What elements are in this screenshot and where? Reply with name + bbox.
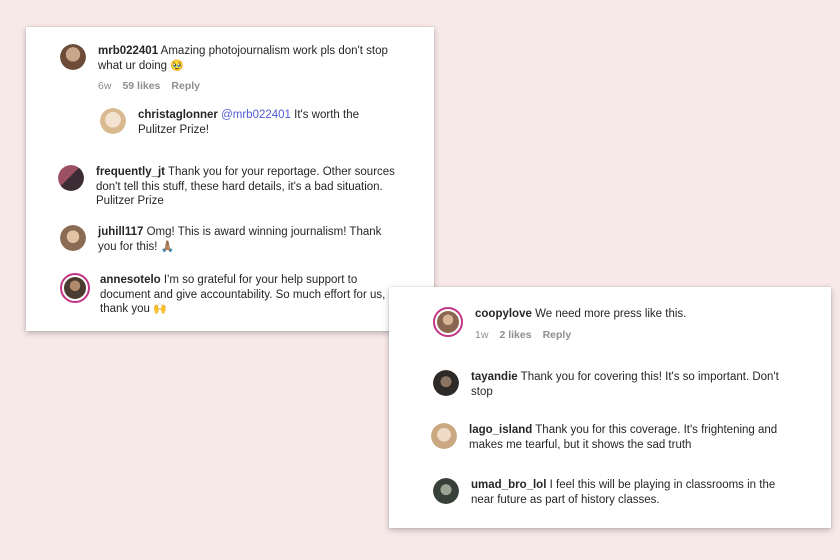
comment-item: tayandie Thank you for covering this! It… — [433, 370, 813, 402]
comments-card-right: coopylove We need more press like this. … — [389, 287, 831, 528]
comment-likes[interactable]: 2 likes — [499, 329, 531, 341]
comment-meta: 1w 2 likes Reply — [475, 329, 582, 341]
reply-button[interactable]: Reply — [171, 80, 200, 92]
avatar[interactable] — [100, 108, 126, 134]
avatar-photo — [58, 165, 84, 191]
comment-likes[interactable]: 59 likes — [122, 80, 160, 92]
comment-item: mrb022401 Amazing photojournalism work p… — [60, 44, 400, 116]
avatar[interactable] — [431, 423, 457, 449]
comment-username[interactable]: annesotelo — [100, 274, 161, 286]
comment-text: lago_island Thank you for this coverage.… — [469, 423, 799, 452]
comment-username[interactable]: umad_bro_lol — [471, 479, 546, 491]
comment-item: coopylove We need more press like this. … — [433, 307, 773, 367]
avatar-photo — [60, 44, 86, 70]
comment-time[interactable]: 1w — [475, 329, 488, 341]
comment-text: mrb022401 Amazing photojournalism work p… — [98, 44, 398, 73]
comment-item: frequently_jt Thank you for your reporta… — [58, 165, 408, 211]
avatar-photo — [64, 277, 86, 299]
comment-text: coopylove We need more press like this. — [475, 307, 765, 322]
comment-username[interactable]: lago_island — [469, 424, 532, 436]
avatar[interactable] — [433, 478, 459, 504]
comment-text: annesotelo I'm so grateful for your help… — [100, 273, 390, 317]
comment-meta: 6w 59 likes Reply — [98, 80, 211, 92]
avatar-photo — [433, 478, 459, 504]
avatar-photo — [431, 423, 457, 449]
comment-item: lago_island Thank you for this coverage.… — [431, 423, 811, 455]
avatar[interactable] — [433, 370, 459, 396]
avatar[interactable] — [60, 44, 86, 70]
comment-body: Thank you for covering this! It's so imp… — [471, 371, 779, 398]
comment-item: annesotelo I'm so grateful for your help… — [60, 273, 410, 319]
comment-item: umad_bro_lol I feel this will be playing… — [433, 478, 813, 510]
avatar-photo — [60, 225, 86, 251]
comment-text: juhill117 Omg! This is award winning jou… — [98, 225, 393, 254]
comment-text: tayandie Thank you for covering this! It… — [471, 370, 801, 399]
avatar-with-story-ring[interactable] — [433, 307, 463, 337]
comment-username[interactable]: coopylove — [475, 308, 532, 320]
avatar-photo — [433, 370, 459, 396]
comment-text: christaglonner @mrb022401 It's worth the… — [138, 108, 393, 137]
comment-username[interactable]: frequently_jt — [96, 166, 165, 178]
comment-item: juhill117 Omg! This is award winning jou… — [60, 225, 400, 257]
avatar-photo — [100, 108, 126, 134]
reply-comment-item: christaglonner @mrb022401 It's worth the… — [100, 108, 410, 140]
avatar-photo — [437, 311, 459, 333]
emoji: 🥹 — [170, 59, 184, 72]
comment-mention[interactable]: @mrb022401 — [221, 109, 291, 121]
comment-username[interactable]: tayandie — [471, 371, 518, 383]
comment-text: frequently_jt Thank you for your reporta… — [96, 165, 396, 209]
emoji: 🙌 — [153, 303, 167, 315]
avatar-with-story-ring[interactable] — [60, 273, 90, 303]
comments-card-left: mrb022401 Amazing photojournalism work p… — [26, 27, 434, 331]
avatar[interactable] — [58, 165, 84, 191]
comment-username[interactable]: juhill117 — [98, 226, 143, 238]
comment-body: We need more press like this. — [535, 308, 687, 320]
emoji: 🙏🏽 — [160, 240, 175, 253]
reply-button[interactable]: Reply — [543, 329, 572, 341]
comment-username[interactable]: mrb022401 — [98, 45, 158, 57]
comment-time[interactable]: 6w — [98, 80, 111, 92]
comment-username[interactable]: christaglonner — [138, 109, 218, 121]
avatar[interactable] — [60, 225, 86, 251]
comment-text: umad_bro_lol I feel this will be playing… — [471, 478, 791, 507]
